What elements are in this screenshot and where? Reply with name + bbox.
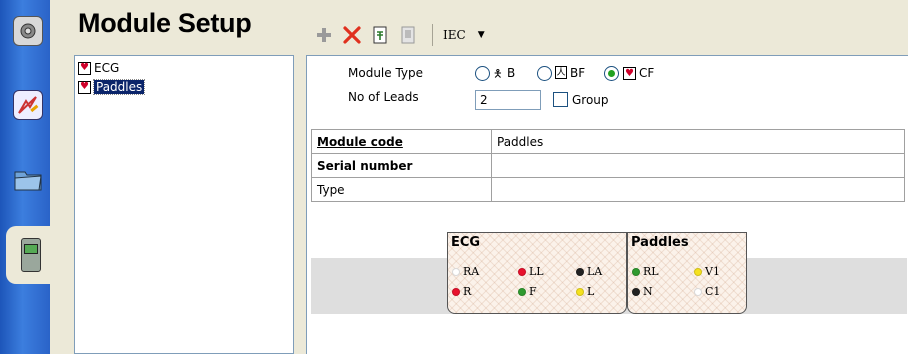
electrode-dot (576, 267, 584, 276)
leads-label: No of Leads (348, 90, 419, 104)
property-value[interactable] (491, 153, 905, 178)
bf-icon: 人 (555, 66, 567, 79)
toolbar: IEC ▼ (312, 22, 485, 48)
export-icon (401, 26, 415, 44)
nav-folder-button[interactable] (6, 150, 50, 208)
red-x-icon (343, 26, 361, 44)
paddles-box-title: Paddles (631, 235, 689, 250)
radio-type-b[interactable] (475, 66, 490, 81)
import-button[interactable] (368, 23, 392, 47)
electrode-c1[interactable]: C1 (694, 285, 720, 298)
electrode-dot (452, 267, 460, 276)
table-row: Module code Paddles (311, 129, 905, 154)
radio-cf-label: CF (639, 66, 655, 80)
module-detail-panel: Module Type 🯅 B 人 BF ♥ CF No of Leads Gr… (306, 55, 908, 354)
tree-item-paddles[interactable]: ♥ Paddles (78, 78, 146, 96)
group-label: Group (572, 93, 609, 107)
radio-b-label: B (507, 66, 516, 80)
cf-heart-icon: ♥ (623, 67, 636, 80)
export-button[interactable] (396, 23, 420, 47)
add-button[interactable] (312, 23, 336, 47)
nav-device-button[interactable] (6, 226, 56, 284)
chart-pencil-icon (13, 90, 43, 120)
radio-type-bf[interactable] (537, 66, 552, 81)
group-checkbox[interactable] (553, 92, 568, 107)
person-icon: 🯅 (493, 67, 503, 80)
module-type-label: Module Type (348, 66, 424, 80)
electrode-f[interactable]: F (518, 285, 537, 298)
table-row: Type (311, 177, 905, 202)
import-icon (373, 26, 387, 44)
ecg-box-title: ECG (451, 235, 481, 250)
electrode-ll[interactable]: LL (518, 265, 544, 278)
nav-edit-button[interactable] (6, 76, 50, 134)
electrode-dot (694, 287, 702, 296)
property-key: Type (311, 177, 492, 202)
electrode-l[interactable]: L (576, 285, 594, 298)
page-title: Module Setup (78, 8, 252, 38)
electrode-dot (518, 287, 526, 296)
property-value[interactable]: Paddles (491, 129, 905, 154)
electrode-dot (518, 267, 526, 276)
ecg-electrode-box: ECG RA LL LA R F L (447, 232, 627, 314)
electrode-n[interactable]: N (632, 285, 653, 298)
leads-input[interactable] (475, 90, 541, 110)
electrode-r[interactable]: R (452, 285, 471, 298)
folder-icon (13, 164, 43, 194)
plus-icon (317, 28, 331, 42)
tree-item-label: ECG (94, 61, 120, 75)
paddles-electrode-box: Paddles RL V1 N C1 (627, 232, 747, 314)
tree-item-label: Paddles (92, 79, 146, 95)
heart-icon: ♥ (78, 80, 91, 94)
property-key: Serial number (311, 153, 492, 178)
chevron-down-icon[interactable]: ▼ (478, 30, 485, 40)
electrode-dot (632, 267, 640, 276)
table-row: Serial number (311, 153, 905, 178)
tree-item-ecg[interactable]: ♥ ECG (78, 59, 119, 77)
electrode-v1[interactable]: V1 (694, 265, 720, 278)
properties-table: Module code Paddles Serial number Type (311, 129, 905, 202)
iec-select-label[interactable]: IEC (443, 28, 466, 42)
gear-icon (13, 16, 43, 46)
left-nav (0, 0, 58, 354)
electrode-rl[interactable]: RL (632, 265, 659, 278)
electrode-la[interactable]: LA (576, 265, 602, 278)
property-key: Module code (311, 129, 492, 154)
property-value[interactable] (491, 177, 905, 202)
electrode-ra[interactable]: RA (452, 265, 479, 278)
heart-icon: ♥ (78, 61, 91, 75)
electrode-dot (576, 287, 584, 296)
electrode-dot (452, 287, 460, 296)
toolbar-separator (432, 24, 433, 46)
delete-button[interactable] (340, 23, 364, 47)
radio-bf-label: BF (570, 66, 586, 80)
radio-type-cf[interactable] (604, 66, 619, 81)
module-tree[interactable]: ♥ ECG ♥ Paddles (74, 55, 294, 354)
electrode-dot (632, 287, 640, 296)
nav-settings-button[interactable] (6, 2, 50, 60)
device-icon (21, 238, 41, 272)
electrode-dot (694, 267, 702, 276)
